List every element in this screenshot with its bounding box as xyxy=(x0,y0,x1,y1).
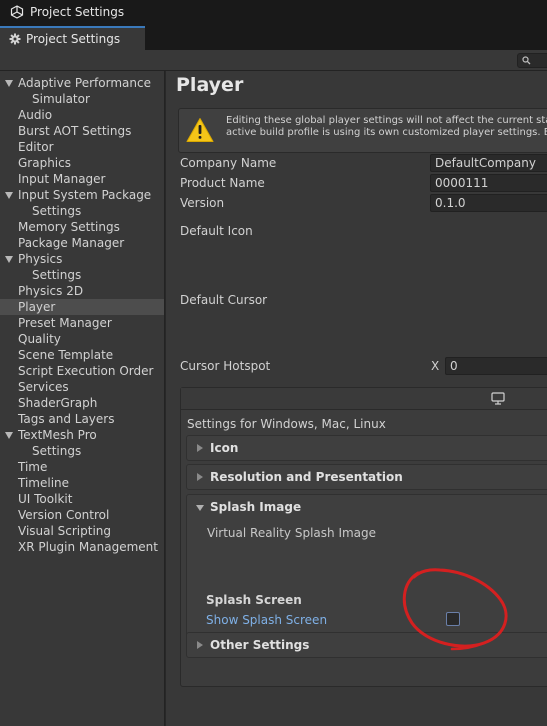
expanded-arrow-icon[interactable] xyxy=(196,505,204,511)
expand-arrow-icon[interactable] xyxy=(5,192,13,199)
sidebar-item-tags-and-layers[interactable]: Tags and Layers xyxy=(0,411,164,427)
default-icon-label: Default Icon xyxy=(180,224,253,238)
platform-heading: Settings for Windows, Mac, Linux xyxy=(187,417,386,431)
warning-icon xyxy=(186,118,214,142)
search-icon xyxy=(522,56,531,65)
sidebar-item-input-system-settings[interactable]: Settings xyxy=(0,203,164,219)
platform-tab-bar xyxy=(181,388,547,410)
sidebar-item-graphics[interactable]: Graphics xyxy=(0,155,164,171)
show-splash-screen-label: Show Splash Screen xyxy=(206,613,328,627)
sidebar-item-timeline[interactable]: Timeline xyxy=(0,475,164,491)
sidebar-item-preset-manager[interactable]: Preset Manager xyxy=(0,315,164,331)
sidebar-item-textmesh-pro-settings[interactable]: Settings xyxy=(0,443,164,459)
tab-strip: Project Settings xyxy=(0,24,547,50)
sidebar-item-simulator[interactable]: Simulator xyxy=(0,91,164,107)
product-name-label: Product Name xyxy=(180,176,265,190)
red-annotation-circle xyxy=(402,568,508,651)
resolution-foldout-label: Resolution and Presentation xyxy=(210,470,403,484)
expand-arrow-icon[interactable] xyxy=(5,80,13,87)
sidebar-item-services[interactable]: Services xyxy=(0,379,164,395)
sidebar-item-burst-aot-settings[interactable]: Burst AOT Settings xyxy=(0,123,164,139)
toolbar xyxy=(0,50,547,71)
company-name-field[interactable]: DefaultCompany xyxy=(430,154,547,172)
sidebar-item-quality[interactable]: Quality xyxy=(0,331,164,347)
sidebar-item-time[interactable]: Time xyxy=(0,459,164,475)
sidebar-item-package-manager[interactable]: Package Manager xyxy=(0,235,164,251)
cursor-hotspot-x-label: X xyxy=(431,359,440,373)
sidebar-item-input-system-package[interactable]: Input System Package xyxy=(0,187,164,203)
window-title: Project Settings xyxy=(30,5,125,19)
sidebar-item-physics-2d[interactable]: Physics 2D xyxy=(0,283,164,299)
settings-sidebar: Adaptive Performance Simulator Audio Bur… xyxy=(0,71,165,726)
sidebar-item-textmesh-pro[interactable]: TextMesh Pro xyxy=(0,427,164,443)
company-name-label: Company Name xyxy=(180,156,277,170)
page-title: Player xyxy=(176,74,244,96)
version-field[interactable]: 0.1.0 xyxy=(430,194,547,212)
expand-arrow-icon[interactable] xyxy=(5,256,13,263)
monitor-icon[interactable] xyxy=(491,392,505,405)
splash-image-foldout-label[interactable]: Splash Image xyxy=(210,500,301,514)
sidebar-item-memory-settings[interactable]: Memory Settings xyxy=(0,219,164,235)
sidebar-item-physics[interactable]: Physics xyxy=(0,251,164,267)
gear-icon xyxy=(9,33,21,45)
sidebar-item-visual-scripting[interactable]: Visual Scripting xyxy=(0,523,164,539)
tab-label: Project Settings xyxy=(26,32,121,46)
sidebar-item-ui-toolkit[interactable]: UI Toolkit xyxy=(0,491,164,507)
cursor-hotspot-x-field[interactable]: 0 xyxy=(445,357,547,375)
version-label: Version xyxy=(180,196,225,210)
sidebar-item-xr-plugin-management[interactable]: XR Plugin Management xyxy=(0,539,164,555)
window-titlebar: Project Settings xyxy=(0,0,547,24)
sidebar-item-input-manager[interactable]: Input Manager xyxy=(0,171,164,187)
expand-arrow-icon[interactable] xyxy=(5,432,13,439)
tab-project-settings[interactable]: Project Settings xyxy=(0,26,145,50)
sidebar-item-editor[interactable]: Editor xyxy=(0,139,164,155)
sidebar-item-shadergraph[interactable]: ShaderGraph xyxy=(0,395,164,411)
sidebar-item-player[interactable]: Player xyxy=(0,299,164,315)
warning-text: Editing these global player settings wil… xyxy=(226,115,547,138)
other-settings-foldout-label: Other Settings xyxy=(210,638,310,652)
splash-screen-heading: Splash Screen xyxy=(206,593,302,607)
collapsed-arrow-icon xyxy=(197,473,203,481)
sidebar-item-physics-settings[interactable]: Settings xyxy=(0,267,164,283)
icon-foldout[interactable]: Icon xyxy=(186,435,547,461)
sidebar-item-scene-template[interactable]: Scene Template xyxy=(0,347,164,363)
unity-logo-icon xyxy=(10,5,24,19)
default-cursor-label: Default Cursor xyxy=(180,293,268,307)
sidebar-item-script-execution-order[interactable]: Script Execution Order xyxy=(0,363,164,379)
sidebar-item-audio[interactable]: Audio xyxy=(0,107,164,123)
sidebar-item-adaptive-performance[interactable]: Adaptive Performance xyxy=(0,75,164,91)
sidebar-item-version-control[interactable]: Version Control xyxy=(0,507,164,523)
icon-foldout-label: Icon xyxy=(210,441,239,455)
warning-box: Editing these global player settings wil… xyxy=(178,108,547,153)
product-name-field[interactable]: 0000111 xyxy=(430,174,547,192)
cursor-hotspot-label: Cursor Hotspot xyxy=(180,359,271,373)
collapsed-arrow-icon xyxy=(197,641,203,649)
search-input[interactable] xyxy=(517,53,547,68)
vr-splash-image-label: Virtual Reality Splash Image xyxy=(207,526,377,540)
resolution-foldout[interactable]: Resolution and Presentation xyxy=(186,464,547,490)
collapsed-arrow-icon xyxy=(197,444,203,452)
